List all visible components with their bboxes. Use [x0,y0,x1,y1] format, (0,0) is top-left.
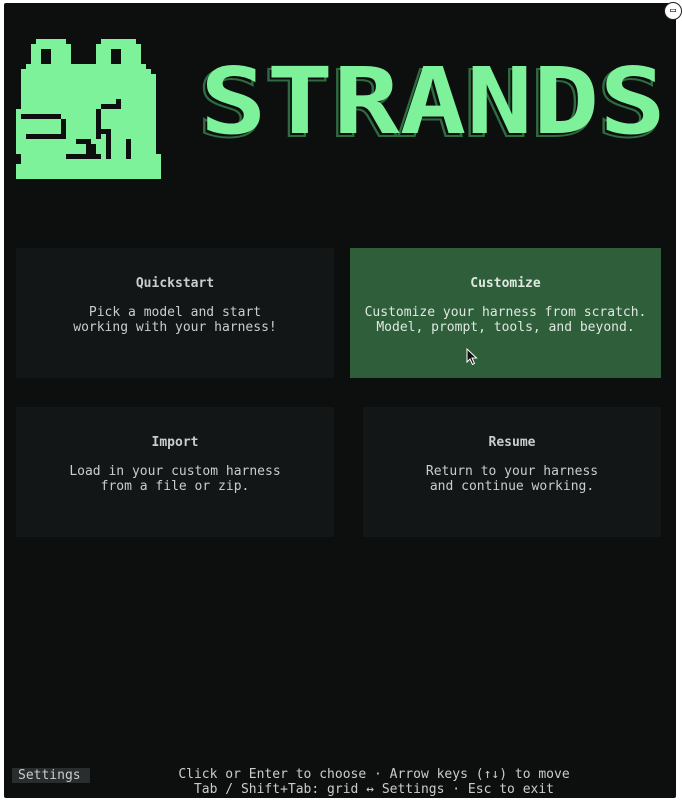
resume-title: Resume [488,435,536,450]
import-description: Load in your custom harness from a file … [69,464,281,494]
quickstart-title: Quickstart [135,276,215,291]
footer-hint-line-1: Click or Enter to choose · Arrow keys (↑… [178,767,570,782]
customize-card[interactable]: Customize Customize your harness from sc… [350,248,661,378]
resume-card[interactable]: Resume Return to your harness and contin… [363,407,661,537]
footer-hint-line-2: Tab / Shift+Tab: grid ↔ Settings · Esc t… [193,782,555,797]
frog-logo-icon [16,39,161,179]
wordmark-main: STRANDS [200,57,666,141]
resume-description: Return to your harness and continue work… [425,464,599,494]
quickstart-card[interactable]: Quickstart Pick a model and start workin… [16,248,334,378]
strands-wordmark: STRANDS STRANDS STRANDS [198,57,666,141]
customize-description: Customize your harness from scratch. Mod… [364,305,647,335]
window-control-icon[interactable]: ▭ [664,2,682,20]
quickstart-description: Pick a model and start working with your… [73,305,277,335]
app-window: STRANDS STRANDS STRANDS Quickstart Pick … [4,3,676,798]
import-card[interactable]: Import Load in your custom harness from … [16,407,334,537]
import-title: Import [151,435,199,450]
mouse-pointer-icon [466,347,478,370]
customize-title: Customize [470,276,541,291]
